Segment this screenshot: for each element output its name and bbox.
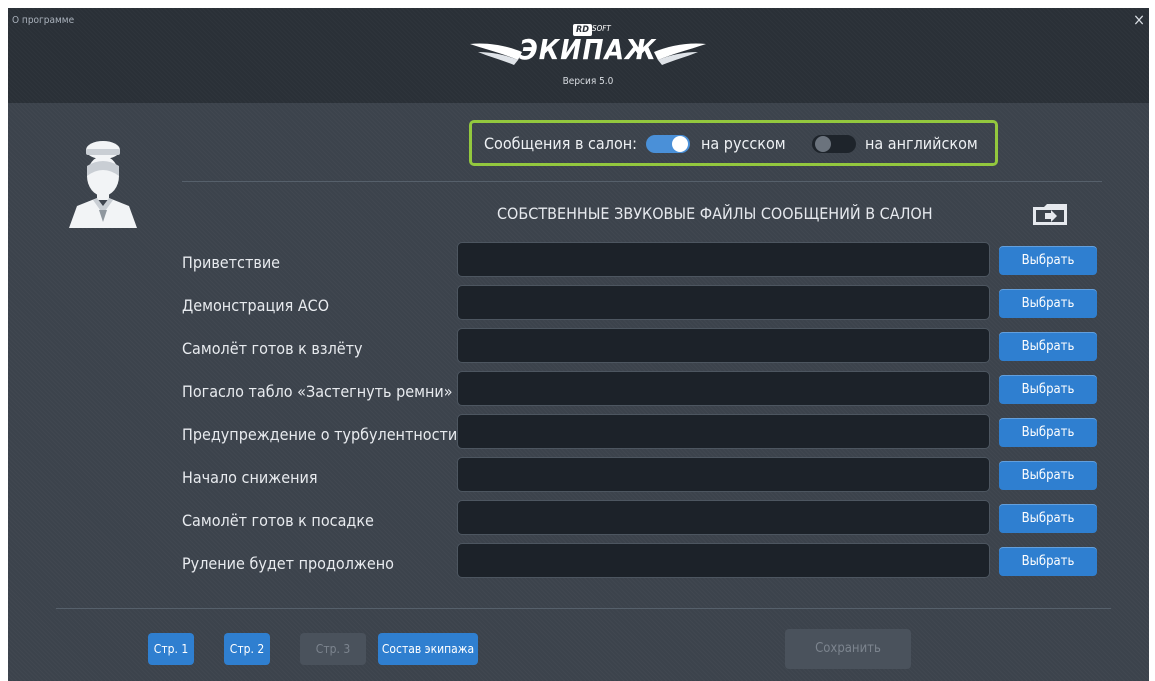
file-field-ready-landing[interactable] — [457, 500, 990, 535]
cabin-messages-label: Сообщения в салон: — [484, 134, 638, 153]
toggle-knob — [672, 136, 688, 152]
choose-button-safety-demo[interactable]: Выбрать — [999, 289, 1097, 318]
file-field-seatbelt-off[interactable] — [457, 371, 990, 406]
english-option-label: на английском — [865, 134, 978, 153]
choose-button-seatbelt-off[interactable]: Выбрать — [999, 375, 1097, 404]
page-3-button: Стр. 3 — [300, 633, 366, 665]
section-title: СОБСТВЕННЫЕ ЗВУКОВЫЕ ФАЙЛЫ СООБЩЕНИЙ В С… — [497, 204, 933, 223]
logo-title: ЭКИПАЖ — [519, 33, 657, 66]
settings-window: О программе × RD SOFT ЭКИПАЖ Версия 5.0 — [8, 8, 1149, 681]
file-field-turbulence[interactable] — [457, 414, 990, 449]
choose-button-turbulence[interactable]: Выбрать — [999, 418, 1097, 447]
folder-import-icon[interactable] — [1031, 203, 1069, 227]
divider-bottom — [56, 608, 1111, 609]
file-field-ready-takeoff[interactable] — [457, 328, 990, 363]
choose-button-ready-landing[interactable]: Выбрать — [999, 504, 1097, 533]
row-label-greeting: Приветствие — [182, 253, 281, 272]
file-field-taxi-continue[interactable] — [457, 543, 990, 578]
logo-soft-text: SOFT — [592, 24, 611, 33]
english-toggle[interactable] — [812, 135, 856, 153]
row-label-seatbelt-off: Погасло табло «Застегнуть ремни» — [182, 382, 453, 401]
choose-button-taxi-continue[interactable]: Выбрать — [999, 547, 1097, 576]
about-label: О программе — [12, 15, 75, 26]
crew-composition-button[interactable]: Состав экипажа — [378, 633, 478, 665]
right-wing-icon — [654, 43, 706, 65]
russian-option-label: на русском — [701, 134, 786, 153]
choose-button-greeting[interactable]: Выбрать — [999, 246, 1097, 275]
choose-button-descent[interactable]: Выбрать — [999, 461, 1097, 490]
page-2-button[interactable]: Стр. 2 — [224, 633, 270, 665]
row-label-turbulence: Предупреждение о турбулентности — [182, 425, 458, 444]
row-label-ready-takeoff: Самолёт готов к взлёту — [182, 339, 363, 358]
flight-attendant-icon — [69, 141, 137, 228]
close-icon[interactable]: × — [1133, 10, 1145, 29]
toggle-knob — [815, 136, 831, 152]
row-label-descent: Начало снижения — [182, 468, 318, 487]
app-version: Версия 5.0 — [562, 76, 614, 87]
app-logo: RD SOFT ЭКИПАЖ Версия 5.0 — [468, 22, 708, 92]
cabin-language-group: Сообщения в салон: на русском на английс… — [469, 120, 998, 166]
row-label-safety-demo: Демонстрация АСО — [182, 296, 330, 315]
file-field-descent[interactable] — [457, 457, 990, 492]
row-label-ready-landing: Самолёт готов к посадке — [182, 511, 374, 530]
file-field-greeting[interactable] — [457, 242, 990, 277]
row-label-taxi-continue: Руление будет продолжено — [182, 554, 394, 573]
divider-top — [182, 181, 1102, 182]
save-button: Сохранить — [785, 629, 911, 669]
russian-toggle[interactable] — [646, 135, 690, 153]
page-1-button[interactable]: Стр. 1 — [148, 633, 194, 665]
header-bar: О программе × RD SOFT ЭКИПАЖ Версия 5.0 — [8, 8, 1149, 103]
file-field-safety-demo[interactable] — [457, 285, 990, 320]
choose-button-ready-takeoff[interactable]: Выбрать — [999, 332, 1097, 361]
